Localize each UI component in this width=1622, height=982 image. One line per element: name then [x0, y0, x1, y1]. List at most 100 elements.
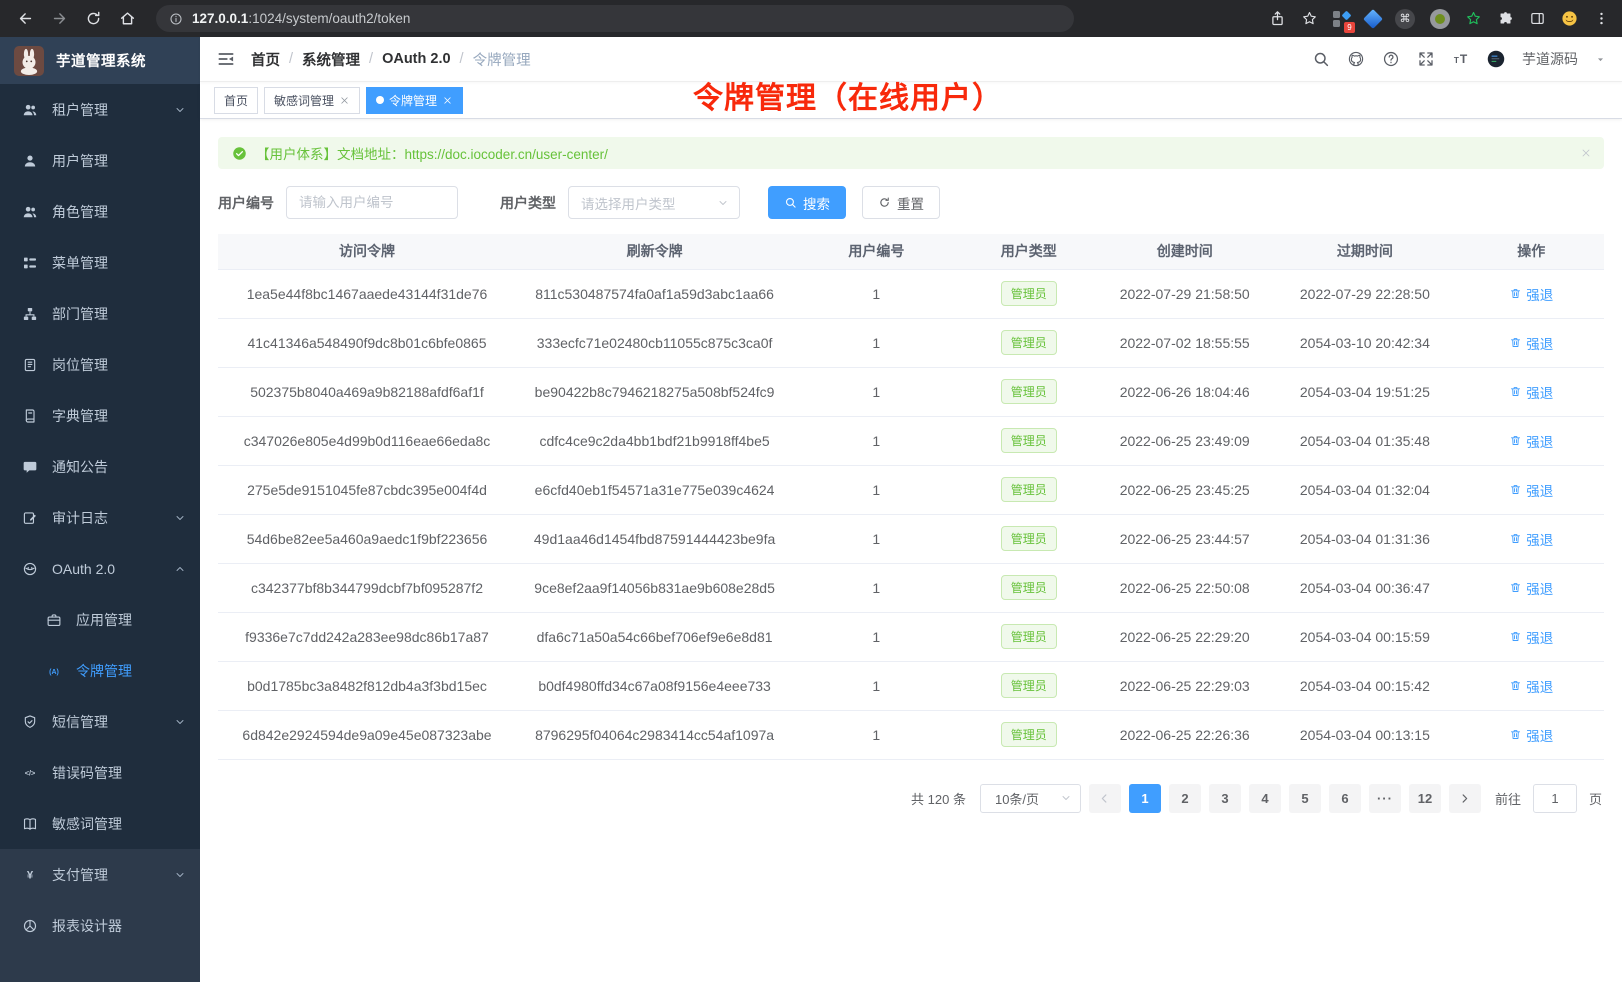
sidebar-item-支付管理[interactable]: ¥支付管理	[0, 849, 200, 900]
svg-text:T: T	[1460, 52, 1468, 66]
sidebar-item-用户管理[interactable]: 用户管理	[0, 135, 200, 186]
expire-time-cell: 2054-03-04 01:32:04	[1271, 465, 1458, 514]
page-button-3[interactable]: 3	[1209, 784, 1241, 813]
font-size-icon[interactable]: TT	[1452, 50, 1470, 68]
sidebar-item-角色管理[interactable]: 角色管理	[0, 186, 200, 237]
goto-page-input[interactable]	[1533, 784, 1577, 813]
close-icon[interactable]	[442, 95, 453, 106]
tab-首页[interactable]: 首页	[214, 87, 258, 114]
close-icon[interactable]	[339, 95, 350, 106]
page-button-12[interactable]: 12	[1409, 784, 1441, 813]
user-id-cell: 1	[793, 367, 959, 416]
sidebar-item-OAuth 2.0[interactable]: OAuth 2.0	[0, 543, 200, 594]
page-button-5[interactable]: 5	[1289, 784, 1321, 813]
sidebar-item-错误码管理[interactable]: </>错误码管理	[0, 747, 200, 798]
browser-home-button[interactable]	[114, 6, 140, 32]
sidebar-item-菜单管理[interactable]: 菜单管理	[0, 237, 200, 288]
side-panel-icon[interactable]	[1529, 10, 1546, 27]
force-logout-button[interactable]: 强退	[1509, 578, 1553, 598]
user-type-badge: 管理员	[1001, 428, 1057, 453]
address-bar[interactable]: 127.0.0.1:1024/system/oauth2/token	[156, 5, 1074, 32]
force-logout-button[interactable]: 强退	[1509, 627, 1553, 647]
force-logout-button[interactable]: 强退	[1509, 725, 1553, 745]
force-logout-button[interactable]: 强退	[1509, 431, 1553, 451]
bookmark-star-icon[interactable]	[1301, 10, 1318, 27]
page-button-2[interactable]: 2	[1169, 784, 1201, 813]
github-icon[interactable]	[1347, 50, 1365, 68]
breadcrumb-item[interactable]: 系统管理	[302, 49, 360, 70]
page-button-4[interactable]: 4	[1249, 784, 1281, 813]
create-time-cell: 2022-06-25 22:50:08	[1098, 563, 1271, 612]
extension-grid-icon[interactable]: 9	[1333, 10, 1351, 28]
prev-page-button[interactable]	[1089, 784, 1121, 813]
extension-record-icon[interactable]	[1430, 9, 1450, 29]
browser-reload-button[interactable]	[80, 6, 106, 32]
sidebar-item-租户管理[interactable]: 租户管理	[0, 84, 200, 135]
sidebar-item-部门管理[interactable]: 部门管理	[0, 288, 200, 339]
refresh-token-cell: 9ce8ef2aa9f14056b831ae9b608e28d5	[516, 563, 793, 612]
app-logo-icon	[14, 46, 44, 76]
sidebar-item-令牌管理[interactable]: (A)令牌管理	[0, 645, 200, 696]
reset-button[interactable]: 重置	[862, 186, 940, 219]
force-logout-button[interactable]: 强退	[1509, 284, 1553, 304]
refresh-icon	[878, 196, 891, 209]
breadcrumb-item: 令牌管理	[473, 49, 531, 70]
browser-forward-button[interactable]	[46, 6, 72, 32]
tab-令牌管理[interactable]: 令牌管理	[366, 87, 463, 114]
chevron-down-icon[interactable]	[1595, 54, 1606, 65]
chevron-up-icon	[174, 563, 186, 575]
help-icon[interactable]	[1382, 50, 1400, 68]
share-icon[interactable]	[1269, 10, 1286, 27]
browser-menu-icon[interactable]	[1593, 10, 1610, 27]
extension-gem-icon[interactable]	[1363, 9, 1383, 29]
force-logout-button[interactable]: 强退	[1509, 480, 1553, 500]
more-pages-button[interactable]: ···	[1369, 784, 1401, 813]
page-button-1[interactable]: 1	[1129, 784, 1161, 813]
sidebar-item-敏感词管理[interactable]: 敏感词管理	[0, 798, 200, 849]
sidebar-item-审计日志[interactable]: 审计日志	[0, 492, 200, 543]
expire-time-cell: 2054-03-04 00:15:42	[1271, 661, 1458, 710]
doc-alert: 【用户体系】文档地址：https://doc.iocoder.cn/user-c…	[218, 137, 1604, 169]
search-icon[interactable]	[1312, 50, 1330, 68]
breadcrumb-item[interactable]: 首页	[251, 49, 280, 70]
force-logout-button[interactable]: 强退	[1509, 676, 1553, 696]
sidebar-item-报表设计器[interactable]: 报表设计器	[0, 900, 200, 951]
breadcrumb-item[interactable]: OAuth 2.0	[382, 51, 450, 67]
doc-link[interactable]: https://doc.iocoder.cn/user-center/	[405, 147, 608, 162]
extension-star-icon[interactable]	[1465, 10, 1482, 27]
force-logout-button[interactable]: 强退	[1509, 382, 1553, 402]
force-logout-button[interactable]: 强退	[1509, 529, 1553, 549]
trash-icon	[1509, 581, 1522, 594]
sidebar-item-字典管理[interactable]: 字典管理	[0, 390, 200, 441]
user-type-select[interactable]: 请选择用户类型	[568, 186, 740, 219]
alert-text: 【用户体系】文档地址：https://doc.iocoder.cn/user-c…	[256, 143, 608, 163]
chevron-right-icon	[1458, 792, 1471, 805]
user-type-cell: 管理员	[959, 514, 1098, 563]
refresh-token-cell: e6cfd40eb1f54571a31e775e039c4624	[516, 465, 793, 514]
extensions-puzzle-icon[interactable]	[1497, 10, 1514, 27]
sidebar-collapse-icon[interactable]	[216, 49, 236, 69]
sidebar-item-应用管理[interactable]: 应用管理	[0, 594, 200, 645]
next-page-button[interactable]	[1449, 784, 1481, 813]
column-header: 用户类型	[959, 234, 1098, 269]
sidebar-item-短信管理[interactable]: 短信管理	[0, 696, 200, 747]
sidebar-logo[interactable]: 芋道管理系统	[0, 37, 200, 84]
page-button-6[interactable]: 6	[1329, 784, 1361, 813]
extension-command-icon[interactable]: ⌘	[1395, 9, 1415, 29]
browser-back-button[interactable]	[12, 6, 38, 32]
site-info-icon[interactable]	[169, 12, 183, 26]
sidebar-item-通知公告[interactable]: 通知公告	[0, 441, 200, 492]
sidebar-item-岗位管理[interactable]: 岗位管理	[0, 339, 200, 390]
profile-avatar[interactable]	[1561, 10, 1578, 27]
search-button[interactable]: 搜索	[768, 186, 846, 219]
page-size-select[interactable]: 10条/页	[980, 784, 1081, 813]
alert-close-icon[interactable]	[1580, 147, 1592, 159]
tab-敏感词管理[interactable]: 敏感词管理	[264, 87, 360, 114]
action-cell: 强退	[1458, 514, 1604, 563]
sidebar-item-label: 菜单管理	[52, 253, 108, 273]
sidebar-item-label: 支付管理	[52, 865, 108, 885]
fullscreen-icon[interactable]	[1417, 50, 1435, 68]
avatar[interactable]	[1487, 50, 1505, 68]
force-logout-button[interactable]: 强退	[1509, 333, 1553, 353]
user-id-input[interactable]	[286, 186, 458, 219]
